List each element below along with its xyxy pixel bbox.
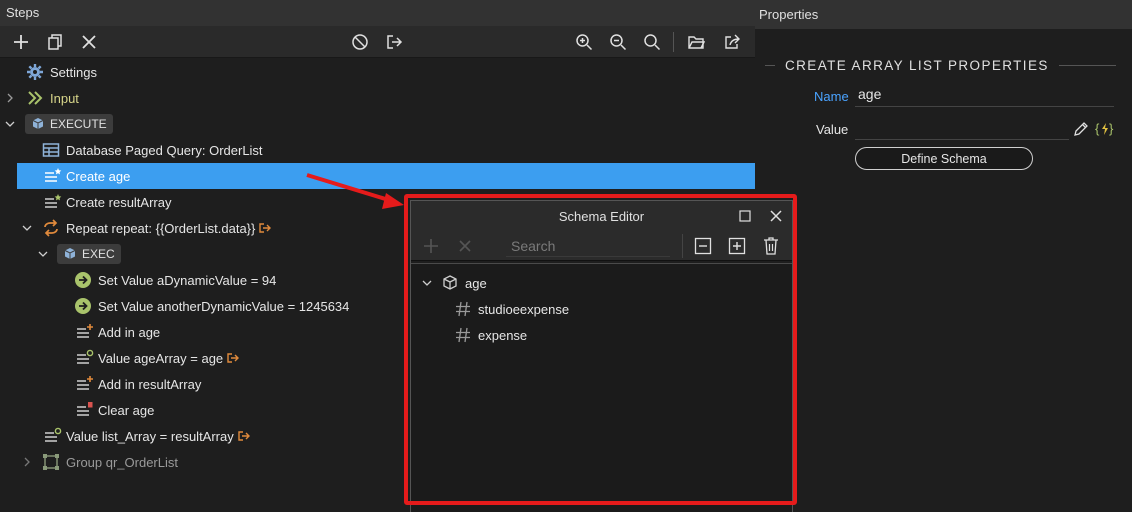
cube-icon — [441, 274, 459, 292]
export-icon[interactable] — [382, 30, 406, 54]
zoom-in-icon[interactable] — [572, 30, 596, 54]
schema-editor-toolbar — [411, 231, 792, 261]
chevron-down-icon[interactable] — [4, 118, 16, 130]
schema-node-label: age — [465, 275, 487, 291]
define-schema-button[interactable]: Define Schema — [855, 147, 1033, 170]
schema-node-studioeexpense[interactable]: studioeexpense — [455, 297, 569, 321]
cube-icon — [32, 118, 44, 129]
schema-editor-dialog: Schema Editor Search age studioeexpense … — [410, 200, 793, 512]
hash-icon — [455, 301, 471, 317]
binding-arrow-icon — [238, 430, 250, 441]
properties-section-header: CREATE ARRAY LIST PROPERTIES — [765, 56, 1116, 74]
list-plus-icon — [76, 323, 94, 341]
tree-item-label: Group qr_OrderList — [66, 454, 178, 470]
schema-tree: age studioeexpense expense — [411, 263, 792, 512]
name-label: Name — [814, 89, 849, 104]
pencil-icon[interactable] — [1073, 121, 1089, 137]
schema-node-label: expense — [478, 327, 528, 343]
tree-item-label: Create resultArray — [66, 194, 172, 210]
tree-item-database-query[interactable]: Database Paged Query: OrderList — [0, 137, 755, 163]
section-title: CREATE ARRAY LIST PROPERTIES — [785, 57, 1049, 73]
maximize-icon[interactable] — [739, 210, 751, 222]
trash-icon[interactable] — [762, 236, 780, 256]
tree-item-create-age[interactable]: Create age — [17, 163, 755, 189]
list-value-icon — [44, 427, 62, 445]
tree-item-label: Add in age — [98, 324, 161, 340]
list-plus-icon — [76, 375, 94, 393]
tree-item-label: Set Value anotherDynamicValue = 1245634 — [98, 298, 350, 314]
folder-open-icon[interactable] — [684, 30, 708, 54]
chevron-down-icon[interactable] — [421, 277, 433, 289]
chevron-down-icon[interactable] — [21, 222, 33, 234]
tree-item-label: Repeat repeat: {{OrderList.data}} — [66, 221, 272, 236]
share-icon[interactable] — [720, 30, 744, 54]
expand-all-icon[interactable] — [728, 237, 746, 255]
list-star-icon — [44, 193, 62, 211]
table-icon — [42, 141, 60, 159]
plus-icon[interactable] — [9, 30, 33, 54]
properties-panel: Properties CREATE ARRAY LIST PROPERTIES … — [755, 0, 1132, 512]
chevron-right-icon[interactable] — [4, 92, 16, 104]
close-icon[interactable] — [457, 238, 473, 254]
tree-item-label: EXEC — [82, 247, 115, 261]
binding-arrow-icon — [259, 222, 272, 233]
arrow-circle-icon — [74, 271, 92, 289]
gear-icon — [26, 63, 44, 81]
toolbar-divider — [673, 32, 674, 52]
dynamic-binding-icon[interactable]: {} — [1095, 120, 1115, 138]
list-value-icon — [76, 349, 94, 367]
divider — [1058, 64, 1116, 66]
collapse-all-icon[interactable] — [694, 237, 712, 255]
svg-text:}: } — [1109, 121, 1114, 136]
name-field[interactable]: age — [855, 86, 1114, 107]
steps-panel-title: Steps — [0, 0, 755, 26]
schema-node-expense[interactable]: expense — [455, 323, 527, 347]
dialog-title: Schema Editor — [558, 209, 645, 224]
tree-item-execute[interactable]: EXECUTE — [0, 111, 755, 137]
plus-icon[interactable] — [423, 238, 439, 254]
chevron-down-icon[interactable] — [37, 248, 49, 260]
tree-item-label: Value ageArray = age — [98, 351, 240, 366]
list-clear-icon — [76, 401, 94, 419]
tree-item-label: Value list_Array = resultArray — [66, 429, 250, 444]
tree-item-label: Input — [50, 90, 79, 106]
chevrons-icon — [26, 89, 44, 107]
value-field[interactable] — [855, 119, 1069, 140]
steps-toolbar — [0, 26, 755, 58]
tree-item-label: Database Paged Query: OrderList — [66, 142, 263, 158]
exec-tag: EXEC — [57, 244, 121, 264]
repeat-icon — [42, 219, 60, 237]
value-label: Value — [816, 122, 849, 137]
schema-node-label: studioeexpense — [478, 301, 570, 317]
tree-item-input[interactable]: Input — [0, 85, 755, 111]
cube-icon — [64, 248, 76, 259]
tree-item-label: Create age — [66, 168, 131, 184]
zoom-fit-icon[interactable] — [640, 30, 664, 54]
tree-item-label: Settings — [50, 64, 97, 80]
hash-icon — [455, 327, 471, 343]
binding-arrow-icon — [227, 352, 240, 363]
search-input[interactable] — [506, 235, 670, 257]
tree-item-label: Clear age — [98, 402, 155, 418]
tree-item-label: EXECUTE — [50, 117, 107, 131]
disable-icon[interactable] — [348, 30, 372, 54]
group-icon — [42, 453, 60, 471]
divider — [765, 64, 775, 66]
arrow-circle-icon — [74, 297, 92, 315]
schema-editor-titlebar: Schema Editor — [411, 201, 792, 231]
tree-item-label: Set Value aDynamicValue = 94 — [98, 272, 277, 288]
zoom-out-icon[interactable] — [606, 30, 630, 54]
close-icon[interactable] — [769, 209, 783, 223]
chevron-right-icon[interactable] — [21, 456, 33, 468]
tree-item-settings[interactable]: Settings — [0, 59, 755, 85]
svg-text:{: { — [1095, 121, 1100, 136]
tree-item-label: Add in resultArray — [98, 376, 202, 392]
schema-node-age[interactable]: age — [421, 271, 487, 295]
toolbar-divider — [682, 234, 683, 258]
list-star-icon — [44, 167, 62, 185]
copy-icon[interactable] — [43, 30, 67, 54]
close-icon[interactable] — [77, 30, 101, 54]
execute-tag: EXECUTE — [25, 114, 113, 134]
properties-panel-title: Properties — [755, 0, 1132, 29]
